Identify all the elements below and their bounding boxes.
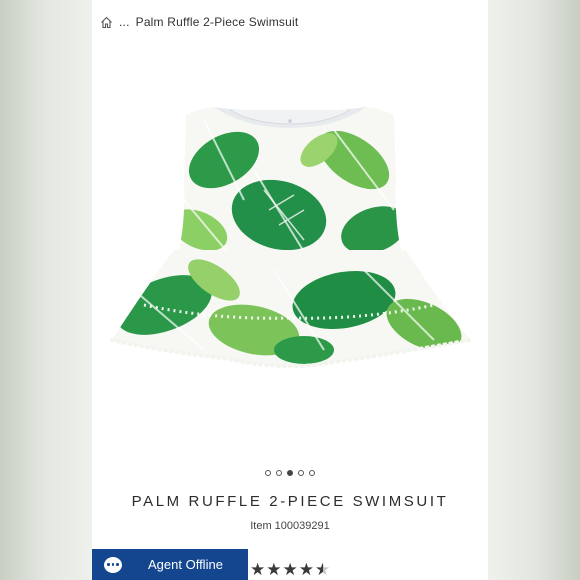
product-title: PALM RUFFLE 2-PIECE SWIMSUIT [131, 493, 449, 510]
breadcrumb-current: Palm Ruffle 2-Piece Swimsuit [135, 15, 299, 29]
product-image[interactable] [104, 90, 476, 390]
chat-bubble-icon [104, 556, 122, 573]
carousel-dot-active[interactable] [287, 470, 293, 476]
breadcrumb-ellipsis[interactable]: ... [119, 15, 130, 29]
carousel-dot[interactable] [298, 470, 304, 476]
star-half-icon: ★ [315, 560, 331, 579]
rating-stars[interactable]: ★ ★ ★ ★ ★ [250, 561, 330, 578]
star-icon: ★ [282, 560, 298, 579]
carousel-dots [92, 470, 488, 476]
home-icon[interactable] [100, 16, 113, 29]
carousel-dot[interactable] [309, 470, 315, 476]
item-number: Item 100039291 [250, 520, 330, 532]
breadcrumb: ... Palm Ruffle 2-Piece Swimsuit [100, 13, 298, 31]
carousel-dot[interactable] [276, 470, 282, 476]
star-icon: ★ [266, 560, 282, 579]
carousel-dot[interactable] [265, 470, 271, 476]
agent-chat-button[interactable]: Agent Offline [92, 549, 248, 580]
star-icon: ★ [298, 560, 314, 579]
product-page: ... Palm Ruffle 2-Piece Swimsuit PALM RU… [92, 0, 488, 580]
star-icon: ★ [250, 560, 266, 579]
agent-status-label: Agent Offline [148, 557, 223, 572]
